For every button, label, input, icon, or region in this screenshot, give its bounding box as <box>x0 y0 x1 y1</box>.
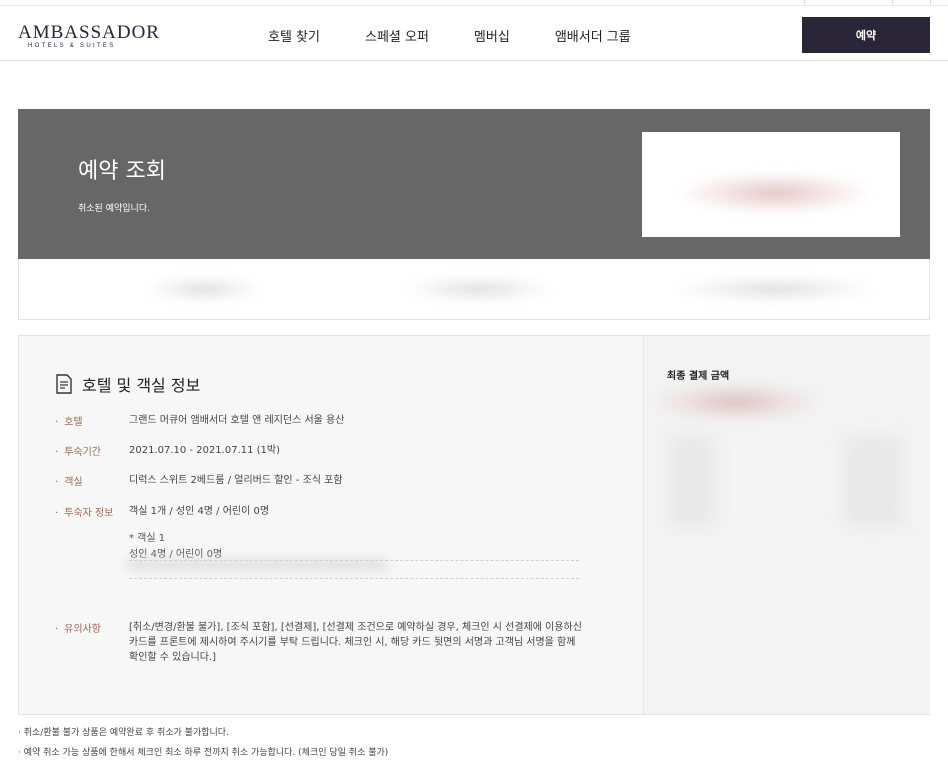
nav-membership[interactable]: 멤버십 <box>474 26 510 45</box>
divider <box>129 578 579 579</box>
row-value: 객실 1개 / 성인 4명 / 어린이 0명 <box>129 506 270 517</box>
info-row-stay-period: 투숙기간 2021.07.10 - 2021.07.11 (1박) <box>55 443 280 458</box>
page-title: 예약 조회 <box>78 159 166 184</box>
notice-text: [취소/변경/환불 불가], [조식 포함], [선결제], [선결제 조건으로… <box>129 622 582 663</box>
row-value: 2021.07.10 - 2021.07.11 (1박) <box>129 445 281 456</box>
redacted-payment-detail <box>844 436 904 526</box>
document-icon <box>56 374 72 394</box>
main-nav: 호텔 찾기 스페셜 오퍼 멤버십 앰배서더 그룹 <box>268 26 676 45</box>
info-row-notice: 유의사항 [취소/변경/환불 불가], [조식 포함], [선결제], [선결제… <box>55 620 584 665</box>
logo-tagline: HOTELS & SUITES <box>28 43 116 49</box>
redacted-reservation-number <box>680 172 870 214</box>
cancellation-footnotes: · 취소/환불 불가 상품은 예약완료 후 취소가 불가합니다. · 예약 취소… <box>18 725 388 765</box>
nav-ambassador-group[interactable]: 앰배서더 그룹 <box>555 26 631 45</box>
total-amount-label: 최종 결제 금액 <box>667 371 730 382</box>
info-row-hotel: 호텔 그랜드 머큐어 앰배서더 호텔 앤 레지던스 서울 용산 <box>55 413 344 428</box>
row-label: 호텔 <box>55 413 129 428</box>
logo-wordmark: AMBASSADOR <box>18 22 160 43</box>
row-value: 그랜드 머큐어 앰배서더 호텔 앤 레지던스 서울 용산 <box>129 415 345 426</box>
footnote: · 취소/환불 불가 상품은 예약완료 후 취소가 불가합니다. <box>18 728 229 738</box>
nav-find-hotel[interactable]: 호텔 찾기 <box>268 26 320 45</box>
payment-summary-panel: 최종 결제 금액 <box>643 336 930 714</box>
redacted-payment-detail <box>669 436 714 526</box>
row-label: 투숙자 정보 <box>55 504 129 519</box>
room-detail-title: * 객실 1 <box>129 533 166 544</box>
redacted-summary-3 <box>679 277 869 301</box>
row-label: 유의사항 <box>55 620 129 665</box>
reservation-hero-banner: 예약 조회 취소된 예약입니다. <box>18 109 930 259</box>
redacted-guest-detail <box>127 558 387 572</box>
reservation-status-text: 취소된 예약입니다. <box>78 204 150 214</box>
redacted-summary-1 <box>149 277 259 301</box>
info-row-guest: 투숙자 정보 객실 1개 / 성인 4명 / 어린이 0명 <box>55 504 269 519</box>
reservation-summary-strip <box>18 259 930 320</box>
section-title: 호텔 및 객실 정보 <box>82 376 201 395</box>
row-label: 투숙기간 <box>55 443 129 458</box>
section-header: 호텔 및 객실 정보 <box>55 372 200 396</box>
info-row-room: 객실 디럭스 스위트 2베드룸 / 얼리버드 할인 - 조식 포함 <box>55 473 343 488</box>
redacted-total-amount <box>656 383 816 421</box>
nav-special-offer[interactable]: 스페셜 오퍼 <box>365 26 429 45</box>
hotel-room-info-panel: 호텔 및 객실 정보 호텔 그랜드 머큐어 앰배서더 호텔 앤 레지던스 서울 … <box>18 335 930 715</box>
reserve-button[interactable]: 예약 <box>802 17 930 53</box>
row-label: 객실 <box>55 473 129 488</box>
row-value: 디럭스 스위트 2베드룸 / 얼리버드 할인 - 조식 포함 <box>129 475 343 486</box>
site-header: AMBASSADOR HOTELS & SUITES 호텔 찾기 스페셜 오퍼 … <box>0 5 948 61</box>
footnote: · 예약 취소 가능 상품에 한해서 체크인 최소 하루 전까지 취소 가능합니… <box>18 748 389 758</box>
reservation-number-box <box>642 132 900 237</box>
ambassador-logo[interactable]: AMBASSADOR HOTELS & SUITES <box>18 22 160 49</box>
redacted-summary-2 <box>409 277 549 301</box>
